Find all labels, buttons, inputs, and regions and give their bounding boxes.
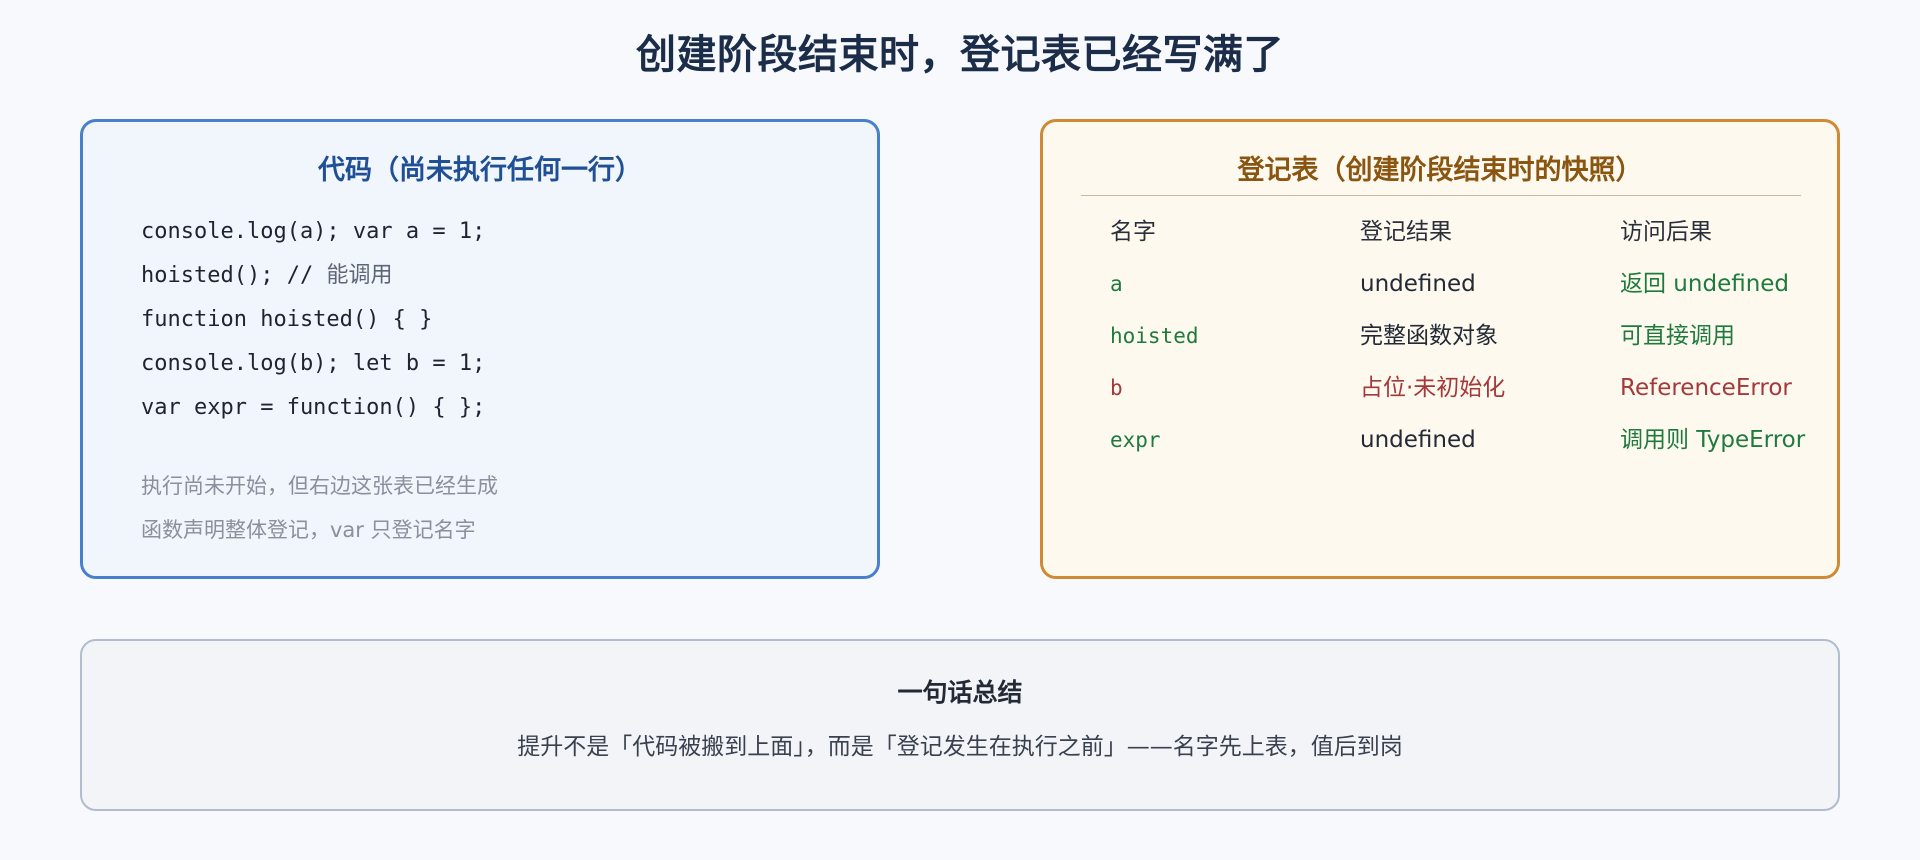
- row-name: hoisted: [1110, 324, 1199, 348]
- code-text: function hoisted() { }: [141, 307, 433, 332]
- registry-panel-title: 登记表（创建阶段结束时的快照）: [1237, 155, 1643, 186]
- table-row: a undefined 返回 undefined: [1043, 264, 1837, 304]
- row-name: b: [1110, 376, 1123, 400]
- row-outcome: 可直接调用: [1620, 323, 1735, 349]
- summary-text: 提升不是「代码被搬到上面」，而是「登记发生在执行之前」——名字先上表，值后到岗: [517, 734, 1403, 760]
- code-note: 函数声明整体登记，var 只登记名字: [141, 518, 476, 542]
- code-line: var expr = function() { };: [141, 386, 485, 430]
- header-outcome: 访问后果: [1620, 219, 1712, 245]
- row-result: undefined: [1360, 427, 1476, 453]
- registry-panel: 登记表（创建阶段结束时的快照） 名字 登记结果 访问后果 a undefined…: [1040, 119, 1840, 579]
- table-row: hoisted 完整函数对象 可直接调用: [1043, 316, 1837, 356]
- summary-title: 一句话总结: [897, 678, 1023, 707]
- row-result: 完整函数对象: [1360, 323, 1498, 349]
- code-panel: 代码（尚未执行任何一行） console.log(a); var a = 1; …: [80, 119, 880, 579]
- table-row: expr undefined 调用则 TypeError: [1043, 420, 1837, 460]
- row-result: undefined: [1360, 271, 1476, 297]
- row-outcome: 返回 undefined: [1620, 271, 1790, 297]
- diagram-page: 创建阶段结束时，登记表已经写满了 代码（尚未执行任何一行） console.lo…: [0, 0, 1920, 860]
- code-text: console.log(a); var a = 1;: [141, 219, 486, 244]
- summary-panel: 一句话总结 提升不是「代码被搬到上面」，而是「登记发生在执行之前」——名字先上表…: [80, 639, 1840, 811]
- code-line: hoisted(); // 能调用: [141, 254, 485, 298]
- page-title: 创建阶段结束时，登记表已经写满了: [636, 32, 1284, 78]
- code-line: console.log(a); var a = 1;: [141, 210, 485, 254]
- code-line: function hoisted() { }: [141, 298, 485, 342]
- row-outcome: ReferenceError: [1620, 375, 1792, 401]
- code-text: hoisted(); //: [141, 263, 327, 288]
- code-panel-title: 代码（尚未执行任何一行）: [318, 155, 642, 186]
- row-name: expr: [1110, 428, 1161, 452]
- code-line: console.log(b); let b = 1;: [141, 342, 485, 386]
- table-row: b 占位·未初始化 ReferenceError: [1043, 368, 1837, 408]
- row-result: 占位·未初始化: [1360, 375, 1506, 401]
- code-block: console.log(a); var a = 1; hoisted(); //…: [141, 210, 485, 430]
- row-outcome: 调用则 TypeError: [1620, 427, 1806, 453]
- code-text: var expr = function() { };: [141, 395, 486, 420]
- code-note: 执行尚未开始，但右边这张表已经生成: [141, 474, 498, 498]
- header-name: 名字: [1110, 219, 1156, 245]
- code-text: console.log(b); let b = 1;: [141, 351, 486, 376]
- header-result: 登记结果: [1360, 219, 1452, 245]
- registry-divider: [1081, 195, 1801, 196]
- code-comment: 能调用: [326, 263, 393, 288]
- registry-header-row: 名字 登记结果 访问后果: [1043, 212, 1837, 252]
- row-name: a: [1110, 272, 1123, 296]
